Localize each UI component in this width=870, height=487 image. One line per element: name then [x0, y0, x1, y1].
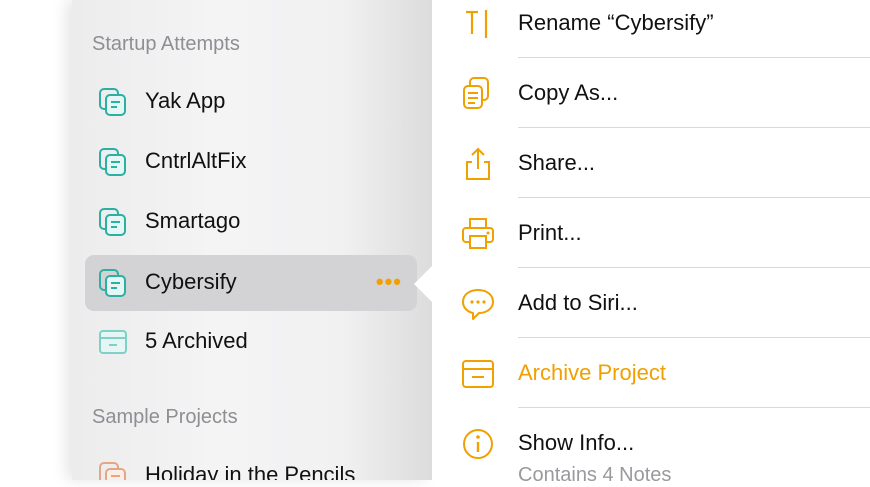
menu-item-add-to-siri[interactable]: Add to Siri...	[432, 268, 870, 338]
menu-item-share[interactable]: Share...	[432, 128, 870, 198]
menu-item-label: Add to Siri...	[518, 290, 638, 315]
sidebar-item-label: Yak App	[145, 88, 226, 113]
notes-stack-icon	[99, 88, 126, 116]
menu-item-label: Share...	[518, 150, 596, 175]
sidebar-item-smartago[interactable]: Smartago	[85, 194, 417, 250]
info-circle-icon	[463, 429, 493, 459]
sidebar-item-cybersify[interactable]: Cybersify •••	[85, 255, 417, 311]
sidebar-item-label: Smartago	[145, 208, 241, 233]
show-info-sublabel: Contains 4 Notes	[518, 464, 672, 486]
menu-item-archive-project[interactable]: Archive Project	[432, 338, 870, 408]
section-title-sample-projects: Sample Projects	[92, 406, 238, 428]
sidebar-item-label: 5 Archived	[145, 328, 248, 353]
printer-icon	[462, 218, 494, 249]
share-icon	[466, 147, 490, 180]
text-cursor-icon	[466, 10, 488, 38]
notes-stack-icon	[99, 208, 126, 236]
menu-item-label: Show Info...	[518, 430, 635, 455]
sidebar-item-archived[interactable]: 5 Archived	[85, 314, 417, 370]
siri-bubble-icon	[462, 289, 494, 320]
menu-item-label: Rename “Cybersify”	[518, 10, 714, 35]
menu-item-label: Copy As...	[518, 80, 619, 105]
copy-documents-icon	[463, 77, 489, 109]
sidebar-item-label: CntrlAltFix	[145, 148, 247, 173]
section-title-startup-attempts: Startup Attempts	[92, 33, 240, 55]
archive-box-icon	[462, 360, 494, 388]
more-options-button[interactable]: •••	[376, 269, 402, 295]
project-sidebar: Startup Attempts Yak App CntrlAltFix Sma…	[72, 0, 432, 480]
menu-item-label: Print...	[518, 220, 582, 245]
archive-box-icon	[99, 330, 127, 354]
sidebar-item-label: Cybersify	[145, 269, 237, 294]
sidebar-item-holiday-in-the-pencils[interactable]: Holiday in the Pencils	[85, 448, 417, 480]
sidebar-item-cntrlaltfix[interactable]: CntrlAltFix	[85, 134, 417, 190]
menu-item-print[interactable]: Print...	[432, 198, 870, 268]
menu-item-label: Archive Project	[518, 360, 666, 385]
menu-item-rename[interactable]: Rename “Cybersify”	[432, 0, 870, 58]
menu-item-copy-as[interactable]: Copy As...	[432, 58, 870, 128]
sidebar-item-yak-app[interactable]: Yak App	[85, 74, 417, 130]
context-menu: Rename “Cybersify” Copy As... Share... P…	[432, 0, 870, 480]
notes-stack-icon	[99, 148, 126, 176]
popover-arrow	[414, 266, 432, 302]
sidebar-item-label: Holiday in the Pencils	[145, 462, 356, 480]
notes-stack-icon	[99, 269, 126, 297]
notes-stack-icon	[99, 462, 126, 480]
